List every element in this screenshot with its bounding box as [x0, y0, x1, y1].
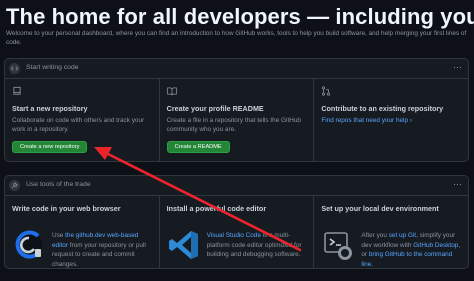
- card-description: Collaborate on code with others and trac…: [12, 117, 145, 134]
- git-pull-request-icon: [322, 86, 331, 96]
- card-title: Create your profile README: [166, 104, 264, 113]
- card-title: Write code in your web browser: [12, 204, 121, 213]
- book-icon: [166, 87, 177, 96]
- github-dev-logo-icon: [15, 230, 42, 259]
- kebab-menu-icon[interactable]: ⋯: [453, 62, 462, 72]
- profile-readme-card: Create your profile README Create a file…: [159, 78, 315, 161]
- page-subtitle: Welcome to your personal dashboard, wher…: [6, 30, 467, 47]
- contribute-card: Contribute to an existing repository Fin…: [314, 78, 468, 161]
- find-repos-link-label[interactable]: Find repos that need your help: [321, 117, 408, 124]
- local-dev-card: Set up your local dev environment After …: [314, 195, 468, 268]
- github-cli-link[interactable]: bring GitHub to the command line: [361, 251, 452, 268]
- card-title: Set up your local dev environment: [321, 204, 439, 213]
- create-readme-button[interactable]: Create a README: [166, 141, 230, 153]
- web-editor-card: Write code in your web browser Use the g…: [5, 195, 160, 268]
- find-repos-link[interactable]: Find repos that need your help ›: [321, 116, 459, 125]
- card-title: Start a new repository: [12, 104, 88, 113]
- card-description: Create a file in a repository that tells…: [166, 117, 301, 134]
- set-up-git-link[interactable]: set up Git: [389, 232, 416, 239]
- dashboard-page: The home for all developers — including …: [0, 0, 474, 281]
- terminal-desktop-icon: [324, 232, 353, 260]
- vscode-logo-icon: [168, 231, 198, 259]
- card-title: Contribute to an existing repository: [321, 104, 444, 113]
- start-writing-code-panel: Start writing code ⋯ Start a new reposit…: [4, 58, 469, 162]
- panel-heading: Use tools of the trade: [26, 181, 91, 188]
- code-icon: [9, 63, 20, 74]
- vscode-link[interactable]: Visual Studio Code: [207, 232, 261, 239]
- card-description: After you set up Git, simplify your dev …: [361, 232, 461, 268]
- new-repository-card: Start a new repository Collaborate on co…: [5, 78, 160, 161]
- panel-heading: Start writing code: [26, 64, 79, 71]
- code-editor-card: Install a powerful code editor Visual St…: [159, 195, 315, 268]
- page-title: The home for all developers — including …: [6, 4, 474, 29]
- chevron-right-icon: ›: [409, 117, 412, 124]
- panel-header: Use tools of the trade ⋯: [5, 176, 468, 195]
- panel-header: Start writing code ⋯: [5, 59, 468, 78]
- tools-of-the-trade-panel: Use tools of the trade ⋯ Write code in y…: [4, 175, 469, 269]
- kebab-menu-icon[interactable]: ⋯: [453, 179, 462, 189]
- github-desktop-link[interactable]: GitHub Desktop: [413, 242, 458, 249]
- card-title: Install a powerful code editor: [166, 204, 267, 213]
- card-description: Visual Studio Code is a multi-platform c…: [206, 232, 302, 259]
- card-description: Use the github.dev web-based editor from…: [52, 232, 146, 268]
- create-repository-button[interactable]: Create a new repository: [12, 141, 88, 153]
- repo-icon: [13, 86, 21, 95]
- tools-icon: [9, 180, 20, 191]
